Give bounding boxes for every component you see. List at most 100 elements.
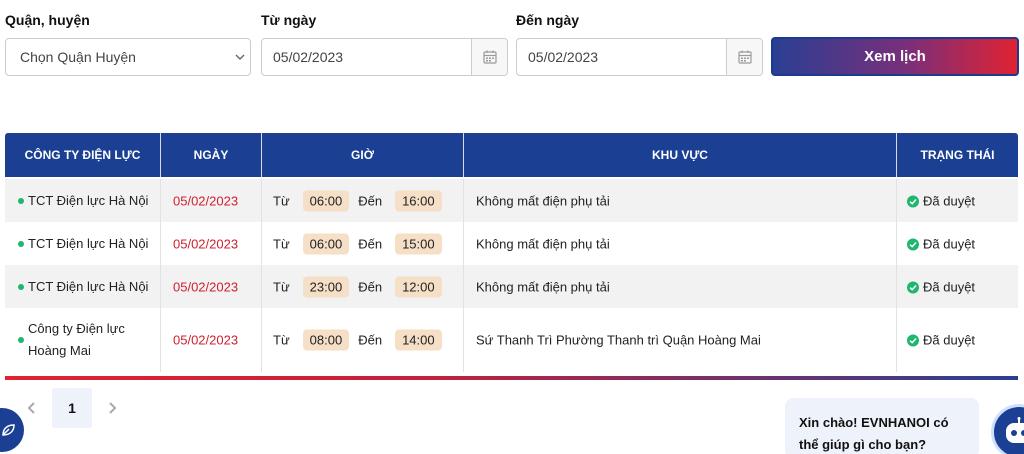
header-time: GIỜ [262, 133, 464, 177]
area-text: Không mất điện phụ tải [476, 193, 610, 208]
time-range: Từ 23:00 Đến 12:00 [273, 276, 451, 297]
filter-bar: Quận, huyện Chọn Quận Huyện Từ ngày 05/0… [0, 0, 1024, 90]
check-circle-icon [907, 238, 919, 250]
start-time-chip: 06:00 [302, 190, 350, 211]
area-text: Không mất điện phụ tải [476, 236, 610, 251]
chat-greeting-bubble[interactable]: Xin chào! EVNHANOI có thể giúp gì cho bạ… [785, 398, 979, 454]
outage-date: 05/02/2023 [173, 279, 239, 294]
date-cell: 05/02/2023 [161, 265, 262, 308]
outage-date: 05/02/2023 [173, 193, 239, 208]
calendar-button[interactable] [471, 39, 507, 75]
check-circle-icon [907, 334, 919, 347]
from-word: Từ [273, 193, 290, 208]
start-time-chip: 08:00 [302, 329, 350, 351]
company-cell: TCT Điện lực Hà Nội [5, 265, 161, 308]
district-select-value: Chọn Quận Huyện [20, 49, 136, 65]
status-cell: Đã duyệt [897, 308, 1018, 372]
area-cell: Không mất điện phụ tải [464, 179, 897, 222]
chevron-right-icon[interactable] [106, 401, 118, 415]
time-range: Từ 08:00 Đến 14:00 [273, 329, 451, 351]
to-date-label: Đến ngày [516, 12, 580, 28]
area-text: Sứ Thanh Trì Phường Thanh trì Quận Hoàng… [476, 332, 761, 348]
chevron-down-icon [235, 54, 245, 60]
company-name: TCT Điện lực Hà Nội [28, 192, 149, 208]
active-dot-icon [18, 337, 24, 343]
area-cell: Không mất điện phụ tải [464, 222, 897, 265]
start-time-chip: 23:00 [302, 276, 350, 297]
table-row: Công ty Điện lực Hoàng Mai 05/02/2023 Từ 0… [5, 308, 1018, 372]
time-cell: Từ 06:00 Đến 15:00 [262, 222, 464, 265]
status-text: Đã duyệt [923, 193, 976, 208]
from-date-input[interactable]: 05/02/2023 [261, 38, 508, 76]
to-date-input[interactable]: 05/02/2023 [516, 38, 763, 76]
active-dot-icon [18, 240, 24, 247]
status-badge: Đã duyệt [907, 236, 975, 251]
time-cell: Từ 06:00 Đến 16:00 [262, 179, 464, 222]
status-badge: Đã duyệt [907, 279, 975, 294]
area-text: Không mất điện phụ tải [476, 279, 610, 294]
status-cell: Đã duyệt [897, 265, 1018, 308]
status-cell: Đã duyệt [897, 222, 1018, 265]
end-time-chip: 14:00 [395, 329, 442, 351]
chatbot-avatar-button[interactable] [991, 404, 1024, 454]
header-status: TRẠNG THÁI [920, 148, 995, 162]
status-badge: Đã duyệt [907, 193, 975, 208]
active-dot-icon [18, 283, 24, 290]
district-select[interactable]: Chọn Quận Huyện [5, 38, 251, 76]
company-cell: Công ty Điện lực Hoàng Mai [5, 308, 161, 372]
company-name: TCT Điện lực Hà Nội [28, 278, 149, 294]
end-time-chip: 16:00 [395, 190, 442, 211]
to-date-value: 05/02/2023 [528, 49, 599, 65]
chat-greeting-line1: Xin chào! EVNHANOI có [799, 415, 949, 430]
table-row: TCT Điện lực Hà Nội 05/02/2023 Từ 06:00 Đế… [5, 179, 1018, 222]
leaf-icon [2, 424, 15, 436]
end-time-chip: 15:00 [395, 233, 442, 254]
schedule-table: CÔNG TY ĐIỆN LỰC NGÀY GIỜ KHU VỰC TRẠNG … [5, 133, 1018, 380]
chevron-left-icon[interactable] [26, 401, 38, 415]
outage-date: 05/02/2023 [173, 332, 239, 348]
date-cell: 05/02/2023 [161, 308, 262, 372]
header-company: CÔNG TY ĐIỆN LỰC [5, 133, 161, 177]
active-dot-icon [18, 197, 24, 204]
check-circle-icon [907, 195, 919, 207]
area-cell: Không mất điện phụ tải [464, 265, 897, 308]
end-time-chip: 12:00 [395, 276, 442, 297]
chat-greeting-line2: thể giúp gì cho bạn? [799, 437, 927, 452]
table-header: CÔNG TY ĐIỆN LỰC NGÀY GIỜ KHU VỰC TRẠNG … [5, 133, 1018, 177]
time-cell: Từ 08:00 Đến 14:00 [262, 308, 464, 372]
table-bottom-divider [5, 376, 1018, 380]
view-schedule-button[interactable]: Xem lịch [771, 37, 1019, 76]
time-range: Từ 06:00 Đến 15:00 [273, 233, 451, 254]
status-text: Đã duyệt [923, 332, 976, 348]
status-badge: Đã duyệt [907, 333, 975, 348]
time-cell: Từ 23:00 Đến 12:00 [262, 265, 464, 308]
date-cell: 05/02/2023 [161, 222, 262, 265]
company-name: TCT Điện lực Hà Nội [28, 235, 149, 251]
company-name-line2: Hoàng Mai [28, 343, 91, 358]
from-date-value: 05/02/2023 [273, 49, 344, 65]
calendar-button[interactable] [726, 39, 762, 75]
from-word: Từ [273, 236, 290, 251]
table-row: TCT Điện lực Hà Nội 05/02/2023 Từ 06:00 Đế… [5, 222, 1018, 265]
date-cell: 05/02/2023 [161, 179, 262, 222]
company-cell: TCT Điện lực Hà Nội [5, 222, 161, 265]
company-name: Công ty Điện lực Hoàng Mai [28, 318, 125, 362]
robot-icon [1006, 417, 1024, 443]
from-word: Từ [273, 279, 290, 294]
district-label: Quận, huyện [5, 12, 90, 28]
area-cell: Sứ Thanh Trì Phường Thanh trì Quận Hoàng… [464, 308, 897, 372]
outage-date: 05/02/2023 [173, 236, 239, 251]
company-name-line1: Công ty Điện lực [28, 321, 125, 336]
from-word: Từ [273, 332, 290, 348]
to-word: Đến [358, 193, 383, 208]
to-word: Đến [358, 332, 383, 348]
status-text: Đã duyệt [923, 236, 976, 251]
from-date-label: Từ ngày [261, 12, 317, 28]
header-area: KHU VỰC [464, 133, 897, 177]
to-word: Đến [358, 236, 383, 251]
time-range: Từ 06:00 Đến 16:00 [273, 190, 451, 211]
check-circle-icon [907, 281, 919, 293]
header-date: NGÀY [161, 133, 262, 177]
company-cell: TCT Điện lực Hà Nội [5, 179, 161, 222]
page-number-button[interactable]: 1 [52, 388, 92, 428]
